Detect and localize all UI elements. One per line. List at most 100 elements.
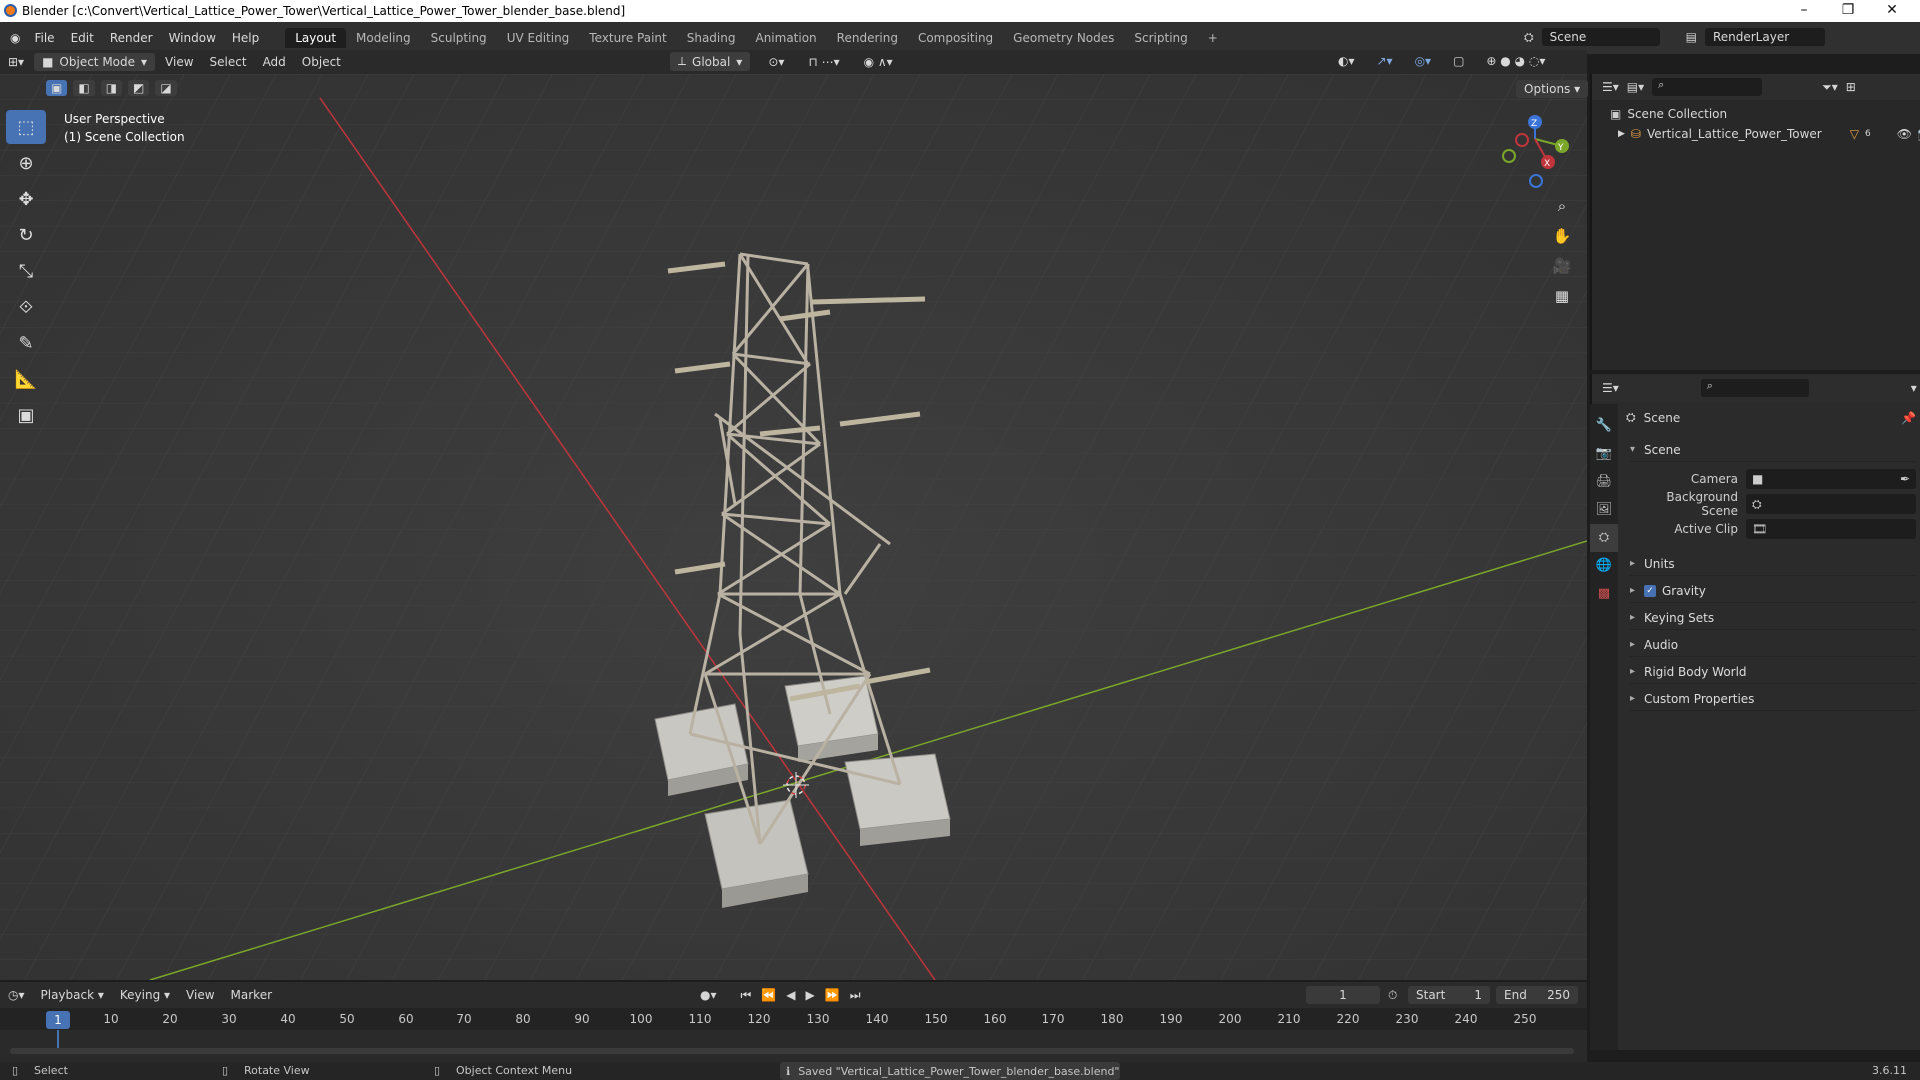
tab-animation[interactable]: Animation xyxy=(745,28,826,48)
select-box-tool-icon[interactable]: ⬚ xyxy=(6,110,46,144)
panel-gravity[interactable]: ▸ ✓ Gravity xyxy=(1630,579,1916,603)
new-collection-icon[interactable]: ⊞ xyxy=(1846,80,1856,94)
close-button[interactable]: ✕ xyxy=(1870,0,1914,22)
outliner-search-input[interactable]: ⌕ xyxy=(1652,78,1763,96)
scale-tool-icon[interactable]: ⤡ xyxy=(6,254,46,288)
shading-modes-icon[interactable]: ⊕ ● ◕ ◌▾ xyxy=(1478,52,1553,70)
jump-start-icon[interactable]: ⏮ xyxy=(741,988,752,1003)
panel-scene[interactable]: ▾ Scene xyxy=(1630,438,1916,462)
tab-compositing[interactable]: Compositing xyxy=(908,28,1003,48)
add-workspace-button[interactable]: + xyxy=(1198,28,1228,48)
scene-selector[interactable]: Scene xyxy=(1541,28,1660,46)
blender-menu-icon[interactable]: ◉ xyxy=(0,31,26,45)
tab-texture-paint[interactable]: Texture Paint xyxy=(579,28,676,48)
menu-file[interactable]: File xyxy=(26,31,62,45)
scene-tab-icon[interactable]: ⛭ xyxy=(1590,524,1618,552)
proportional-edit-icon[interactable]: ◉ ∧▾ xyxy=(856,53,901,71)
maximize-button[interactable]: ❐ xyxy=(1826,0,1870,22)
preview-range-icon[interactable]: ⏱ xyxy=(1388,988,1397,1003)
properties-editor-icon[interactable]: ☰▾ xyxy=(1602,381,1619,395)
3d-viewport[interactable]: Z Y X xyxy=(0,74,1587,980)
select-intersect-icon[interactable]: ◪ xyxy=(155,80,177,96)
jump-end-icon[interactable]: ⏭ xyxy=(850,988,861,1003)
minimize-button[interactable]: – xyxy=(1782,0,1826,22)
panel-keying-sets[interactable]: ▸ Keying Sets xyxy=(1630,606,1916,630)
tab-modeling[interactable]: Modeling xyxy=(346,28,421,48)
camera-field[interactable]: ■ ✒ xyxy=(1746,469,1916,489)
menu-edit[interactable]: Edit xyxy=(63,31,102,45)
menu-playback[interactable]: Playback ▾ xyxy=(33,986,112,1004)
pan-hand-icon[interactable]: ✋ xyxy=(1548,222,1576,250)
menu-add[interactable]: Add xyxy=(255,53,294,71)
editor-type-icon[interactable]: ⊞▾ xyxy=(0,53,32,71)
menu-render[interactable]: Render xyxy=(102,31,161,45)
render-tab-icon[interactable]: 📷 xyxy=(1590,440,1618,468)
texture-tab-icon[interactable]: ▩ xyxy=(1590,580,1618,608)
cursor-tool-icon[interactable]: ⊕ xyxy=(6,146,46,180)
background-scene-field[interactable]: ⛭ xyxy=(1746,494,1916,514)
tab-scripting[interactable]: Scripting xyxy=(1124,28,1197,48)
next-keyframe-icon[interactable]: ⏩ xyxy=(825,988,840,1002)
options-dropdown[interactable]: Options ▾ xyxy=(1516,80,1589,98)
transform-orientation-dropdown[interactable]: ⟂ Global ▾ xyxy=(670,52,751,71)
outliner-item[interactable]: ▶ ⛁ Vertical_Lattice_Power_Tower ▽6 👁 📷 xyxy=(1592,124,1920,144)
snap-icon[interactable]: ⊓ ⋯▾ xyxy=(800,53,847,71)
active-clip-field[interactable]: 🎞 xyxy=(1746,519,1916,539)
properties-search-input[interactable]: ⌕ xyxy=(1700,379,1809,397)
chevron-down-icon[interactable]: ▾ xyxy=(1911,381,1917,395)
menu-window[interactable]: Window xyxy=(161,31,224,45)
measure-tool-icon[interactable]: 📐 xyxy=(6,362,46,396)
pivot-point-icon[interactable]: ⊙▾ xyxy=(760,53,792,71)
end-frame-field[interactable]: End 250 xyxy=(1496,986,1578,1004)
outliner-root-row[interactable]: ▣ Scene Collection xyxy=(1592,104,1920,124)
output-tab-icon[interactable]: 🖨 xyxy=(1590,468,1618,496)
tab-rendering[interactable]: Rendering xyxy=(827,28,908,48)
pin-icon[interactable]: 📌 xyxy=(1901,411,1916,425)
tab-layout[interactable]: Layout xyxy=(285,28,347,48)
tab-uv-editing[interactable]: UV Editing xyxy=(497,28,580,48)
panel-audio[interactable]: ▸ Audio xyxy=(1630,633,1916,657)
outliner-editor-icon[interactable]: ☰▾ xyxy=(1602,80,1619,94)
tab-geometry-nodes[interactable]: Geometry Nodes xyxy=(1003,28,1124,48)
object-mode-dropdown[interactable]: ■ Object Mode ▾ xyxy=(34,53,156,71)
prev-keyframe-icon[interactable]: ⏪ xyxy=(761,988,776,1002)
select-extend-icon[interactable]: ◧ xyxy=(73,80,95,96)
rotate-tool-icon[interactable]: ↻ xyxy=(6,218,46,252)
add-cube-tool-icon[interactable]: ▣ xyxy=(6,398,46,432)
select-new-icon[interactable]: ▣ xyxy=(46,80,68,96)
xray-icon[interactable]: ▢ xyxy=(1445,52,1472,70)
tool-tab-icon[interactable]: 🔧 xyxy=(1590,412,1618,440)
world-tab-icon[interactable]: 🌐 xyxy=(1590,552,1618,580)
camera-view-icon[interactable]: 🎥 xyxy=(1548,252,1576,280)
gizmo-toggle-icon[interactable]: ↗▾ xyxy=(1369,52,1401,70)
select-subtract-icon[interactable]: ◨ xyxy=(100,80,123,96)
panel-units[interactable]: ▸ Units xyxy=(1630,552,1916,576)
select-invert-icon[interactable]: ◩ xyxy=(128,80,150,96)
grid-view-icon[interactable]: ▦ xyxy=(1548,282,1576,310)
overlay-toggle-icon[interactable]: ◎▾ xyxy=(1407,52,1440,70)
view-layer-selector[interactable]: RenderLayer xyxy=(1704,28,1825,46)
timeline-ruler[interactable]: 1 10 20 30 40 50 60 70 80 90 100 110 120… xyxy=(0,1008,1587,1030)
start-frame-field[interactable]: Start 1 xyxy=(1408,986,1490,1004)
play-icon[interactable]: ▶ xyxy=(806,988,815,1002)
play-reverse-icon[interactable]: ◀ xyxy=(786,988,795,1002)
filter-icon[interactable]: ⏷▾ xyxy=(1822,80,1838,95)
expand-arrow-icon[interactable]: ▶ xyxy=(1618,129,1625,139)
viewport-scene[interactable]: Z Y X xyxy=(0,74,1587,980)
menu-object[interactable]: Object xyxy=(294,53,349,71)
display-mode-icon[interactable]: ▤▾ xyxy=(1627,80,1644,94)
panel-custom-properties[interactable]: ▸ Custom Properties xyxy=(1630,687,1916,711)
tab-shading[interactable]: Shading xyxy=(677,28,746,48)
eye-visibility-icon[interactable]: 👁 xyxy=(1897,127,1912,141)
gravity-checkbox[interactable]: ✓ xyxy=(1644,584,1656,597)
transform-tool-icon[interactable]: ⟐ xyxy=(6,290,46,324)
eyedropper-icon[interactable]: ✒ xyxy=(1900,472,1916,486)
tab-sculpting[interactable]: Sculpting xyxy=(421,28,497,48)
move-tool-icon[interactable]: ✥ xyxy=(6,182,46,216)
current-frame-field[interactable]: 1 xyxy=(1306,986,1380,1004)
zoom-icon[interactable]: ⌕ xyxy=(1548,192,1576,220)
menu-keying[interactable]: Keying ▾ xyxy=(112,986,178,1004)
timeline-editor-icon[interactable]: ◷▾ xyxy=(0,986,33,1004)
panel-rigid-body-world[interactable]: ▸ Rigid Body World xyxy=(1630,660,1916,684)
annotate-tool-icon[interactable]: ✎ xyxy=(6,326,46,360)
